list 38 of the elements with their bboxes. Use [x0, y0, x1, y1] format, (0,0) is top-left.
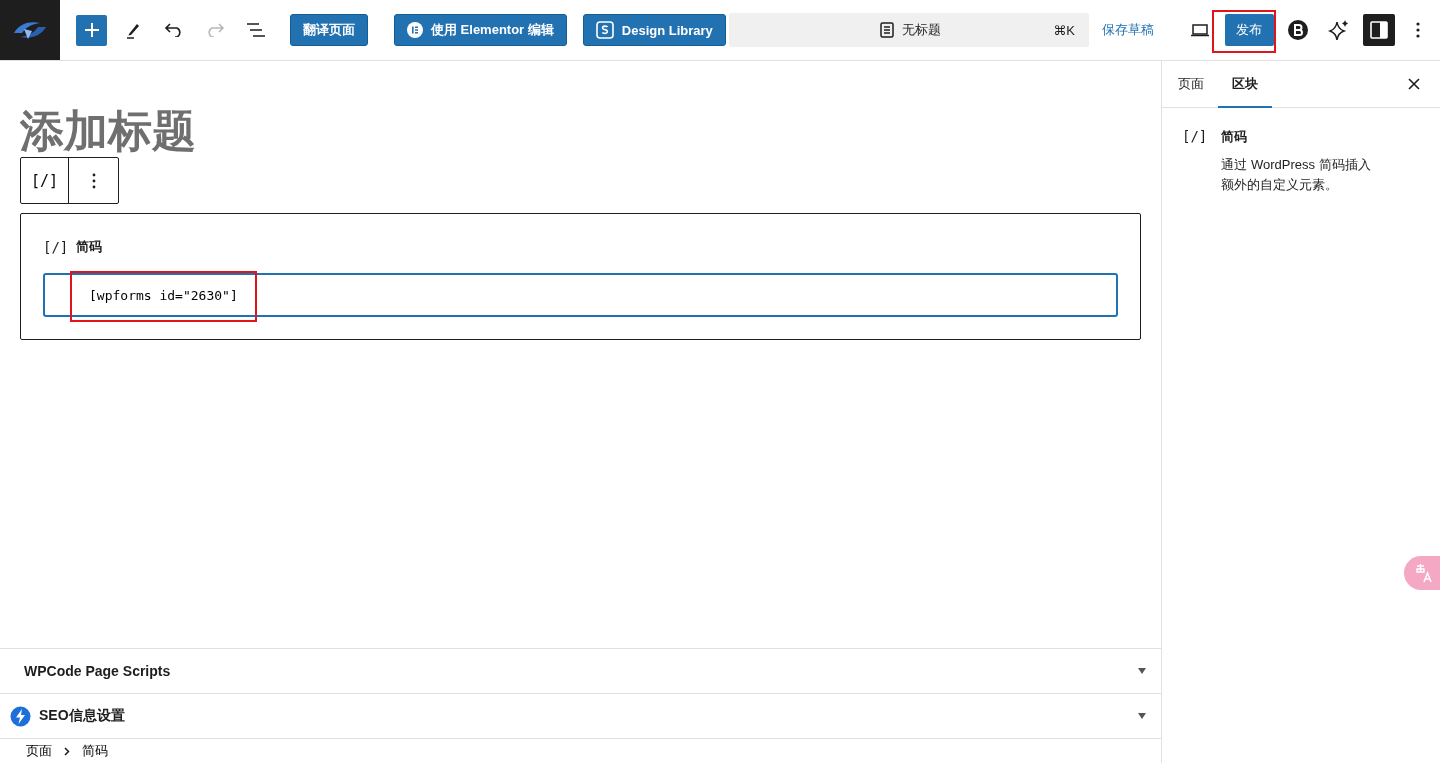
metabox-header[interactable]: SEO信息设置 — [0, 693, 1161, 738]
highlight-frame — [1211, 10, 1276, 53]
breadcrumb-link[interactable]: 简码 — [82, 742, 108, 760]
block-type-button[interactable]: [/] — [21, 158, 69, 203]
caret-icon[interactable] — [1137, 712, 1147, 720]
block-label: 简码 — [76, 238, 103, 256]
b-badge-icon[interactable] — [1285, 18, 1310, 42]
metabox-title: SEO信息设置 — [39, 707, 126, 725]
breadcrumb-link[interactable]: 页面 — [26, 742, 52, 760]
metabox-title: WPCode Page Scripts — [23, 663, 172, 679]
shortcode-icon: [/] — [1182, 128, 1208, 195]
sparkle-icon[interactable] — [1326, 18, 1351, 42]
toolbar-button[interactable]: Design Library — [582, 14, 726, 46]
chevron-icon — [64, 746, 70, 756]
publish-button[interactable]: 发布 — [1224, 14, 1274, 46]
shortcode-icon: [/] — [43, 239, 69, 255]
title-placeholder[interactable]: 添加标题 — [20, 105, 196, 157]
command-bar[interactable]: 无标题 ⌘K — [728, 13, 1089, 47]
caret-icon[interactable] — [1137, 667, 1147, 675]
block-card-description: 通过 WordPress 简码插入额外的自定义元素。 — [1221, 156, 1372, 194]
document-icon — [880, 22, 895, 38]
elementor-icon — [407, 22, 423, 38]
lightning-icon — [10, 705, 31, 727]
plus-icon — [83, 22, 100, 38]
toolbar-button[interactable]: 使用 Elementor 编辑 — [394, 14, 567, 46]
block-card-title: 简码 — [1221, 128, 1249, 146]
save-draft-link[interactable]: 保存草稿 — [1101, 21, 1154, 39]
site-logo[interactable] — [0, 0, 60, 60]
shortcut-hint: ⌘K — [1053, 22, 1075, 38]
metabox-header[interactable]: WPCode Page Scripts — [0, 648, 1161, 693]
document-title: 无标题 — [902, 21, 942, 39]
shortcode-input[interactable]: [wpforms id="2630"] — [43, 273, 1118, 317]
toolbar-button[interactable]: 翻译页面 — [290, 14, 368, 46]
sidebar-toggle-icon[interactable] — [1362, 14, 1395, 46]
s-square-icon — [595, 21, 614, 39]
sidebar-tab[interactable]: 页面 — [1162, 61, 1218, 107]
add-block-button[interactable] — [76, 14, 107, 46]
sidebar-tab[interactable]: 区块 — [1218, 61, 1272, 107]
